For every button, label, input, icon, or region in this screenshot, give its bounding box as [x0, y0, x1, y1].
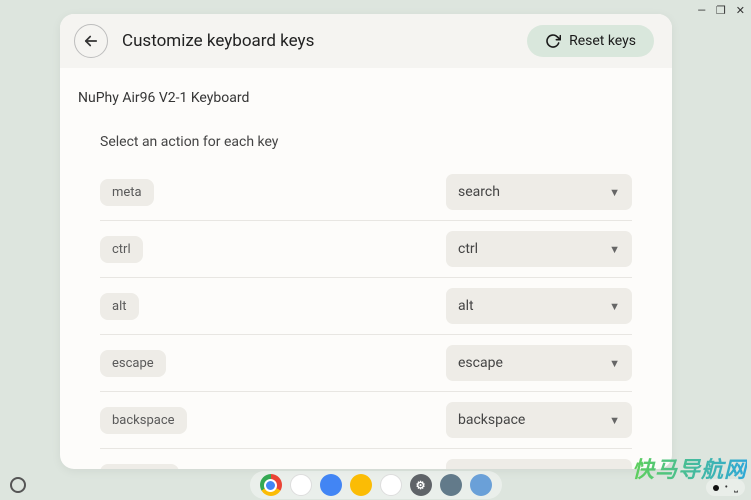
close-button[interactable]: ✕ — [736, 4, 745, 17]
action-select-capslock[interactable]: caps lock ▼ — [446, 459, 632, 469]
content-area: NuPhy Air96 V2-1 Keyboard Select an acti… — [60, 68, 672, 469]
action-select-meta[interactable]: search ▼ — [446, 174, 632, 210]
action-select-value: search — [458, 184, 500, 200]
window-controls: — ❐ ✕ — [697, 4, 745, 17]
action-select-value: escape — [458, 355, 503, 371]
youtube-icon[interactable]: ▶ — [380, 474, 402, 496]
key-chip: ctrl — [100, 236, 143, 263]
key-remap-list: meta search ▼ ctrl ctrl ▼ alt — [78, 164, 654, 469]
action-select-value: backspace — [458, 412, 525, 428]
section-label-keys: Select an action for each key — [100, 134, 654, 150]
key-chip: alt — [100, 293, 139, 320]
key-row-capslock: caps lock caps lock ▼ — [100, 449, 632, 469]
key-chip: escape — [100, 350, 166, 377]
key-row-backspace: backspace backspace ▼ — [100, 392, 632, 449]
arrow-left-icon — [82, 32, 100, 50]
key-row-ctrl: ctrl ctrl ▼ — [100, 221, 632, 278]
chevron-down-icon: ▼ — [609, 186, 620, 199]
back-button[interactable] — [74, 24, 108, 58]
minimize-button[interactable]: — — [697, 4, 706, 17]
action-select-ctrl[interactable]: ctrl ▼ — [446, 231, 632, 267]
header-bar: Customize keyboard keys Reset keys — [60, 14, 672, 68]
key-chip: backspace — [100, 407, 187, 434]
action-select-backspace[interactable]: backspace ▼ — [446, 402, 632, 438]
chevron-down-icon: ▼ — [609, 243, 620, 256]
action-select-escape[interactable]: escape ▼ — [446, 345, 632, 381]
key-row-alt: alt alt ▼ — [100, 278, 632, 335]
keyboard-name: NuPhy Air96 V2-1 Keyboard — [78, 90, 654, 106]
reset-keys-label: Reset keys — [569, 33, 636, 49]
reset-keys-button[interactable]: Reset keys — [527, 25, 654, 57]
chevron-down-icon: ▼ — [609, 414, 620, 427]
action-select-value: ctrl — [458, 241, 478, 257]
shelf-app-row: M ▶ ⚙ — [250, 471, 502, 499]
key-chip: meta — [100, 179, 154, 206]
watermark: 快马导航网 — [632, 452, 747, 484]
status-dot-icon — [713, 485, 719, 491]
key-row-escape: escape escape ▼ — [100, 335, 632, 392]
desktop: — ❐ ✕ Customize keyboard keys Reset keys… — [0, 0, 751, 500]
action-select-value: alt — [458, 298, 474, 314]
settings-icon[interactable]: ⚙ — [410, 474, 432, 496]
chrome-icon[interactable] — [260, 474, 282, 496]
maximize-button[interactable]: ❐ — [716, 4, 726, 17]
chevron-down-icon: ▼ — [609, 300, 620, 313]
key-row-meta: meta search ▼ — [100, 164, 632, 221]
gmail-icon[interactable]: M — [290, 474, 312, 496]
key-chip: caps lock — [100, 464, 179, 470]
action-select-alt[interactable]: alt ▼ — [446, 288, 632, 324]
settings-window: Customize keyboard keys Reset keys NuPhy… — [60, 14, 672, 469]
app-icon[interactable] — [470, 474, 492, 496]
docs-icon[interactable] — [320, 474, 342, 496]
refresh-icon — [545, 33, 561, 49]
page-title: Customize keyboard keys — [122, 31, 513, 51]
keep-icon[interactable] — [350, 474, 372, 496]
chevron-down-icon: ▼ — [609, 357, 620, 370]
app-icon[interactable] — [440, 474, 462, 496]
